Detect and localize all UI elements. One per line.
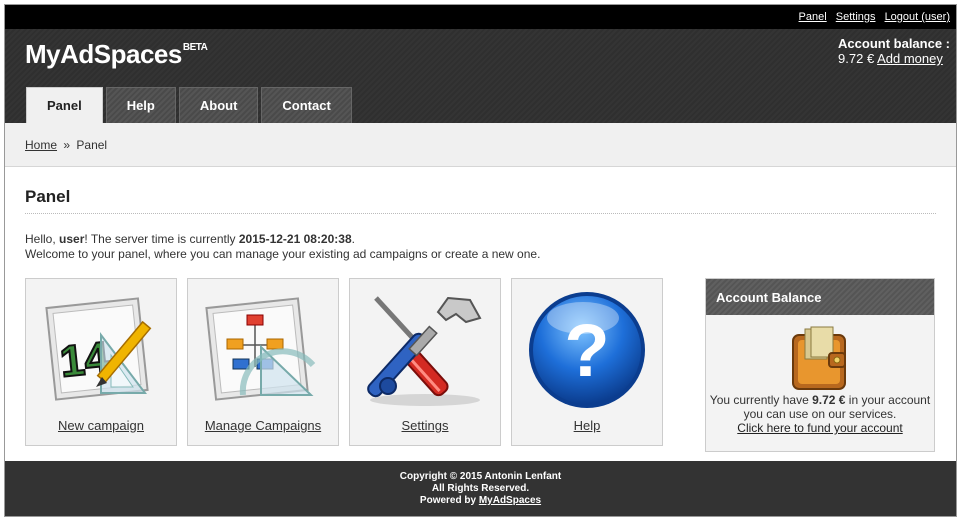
fund-account-link[interactable]: Click here to fund your account <box>737 421 902 435</box>
calendar-pencil-icon: 14 <box>26 287 176 413</box>
tab-contact[interactable]: Contact <box>261 87 352 123</box>
main-content: Panel Hello, user! The server time is cu… <box>5 167 956 462</box>
tile-label-manage-campaigns[interactable]: Manage Campaigns <box>188 418 338 433</box>
top-link-panel[interactable]: Panel <box>799 11 827 23</box>
tile-label-new-campaign[interactable]: New campaign <box>26 418 176 433</box>
breadcrumb-home[interactable]: Home <box>25 138 57 152</box>
top-link-logout[interactable]: Logout (user) <box>885 11 950 23</box>
welcome-line: Welcome to your panel, where you can man… <box>25 247 541 261</box>
tile-label-settings[interactable]: Settings <box>350 418 500 433</box>
site-footer: Copyright © 2015 Antonin Lenfant All Rig… <box>5 461 956 516</box>
top-bar: Panel Settings Logout (user) <box>5 5 956 29</box>
powered-prefix: Powered by <box>419 495 479 506</box>
wrench-screwdriver-icon <box>350 287 500 413</box>
question-icon: ? <box>512 287 662 413</box>
footer-rights: All Rights Reserved. <box>431 483 530 494</box>
username: user <box>59 232 85 246</box>
greeting-period: . <box>351 232 355 246</box>
tile-settings[interactable]: Settings <box>349 278 501 446</box>
tile-label-help[interactable]: Help <box>512 418 662 433</box>
page-title: Panel <box>25 167 936 214</box>
breadcrumb-current: Panel <box>76 138 108 152</box>
site-header: MyAdSpacesBETA Account balance : 9.72 € … <box>5 29 956 123</box>
balance-text-prefix: You currently have <box>709 393 813 407</box>
tab-about[interactable]: About <box>178 87 259 123</box>
logo-text: MyAdSpaces <box>25 39 182 69</box>
browser-page: Panel Settings Logout (user) MyAdSpacesB… <box>4 4 957 517</box>
account-balance-text: You currently have 9.72 € in your accoun… <box>706 393 934 421</box>
top-link-settings[interactable]: Settings <box>836 11 876 23</box>
tab-panel[interactable]: Panel <box>26 87 103 123</box>
server-time: 2015-12-21 08:20:38 <box>238 232 352 246</box>
account-balance-body: You currently have 9.72 € in your accoun… <box>706 315 934 435</box>
flowchart-icon <box>188 287 338 413</box>
beta-badge: BETA <box>182 42 208 53</box>
top-links: Panel Settings Logout (user) <box>793 11 950 23</box>
welcome-text: Hello, user! The server time is currentl… <box>25 232 936 262</box>
main-nav-tabs: Panel Help About Contact <box>26 87 355 123</box>
breadcrumb: Home » Panel <box>5 123 956 167</box>
balance-label: Account balance : <box>838 36 950 51</box>
footer-powered: Powered by MyAdSpaces <box>5 495 956 507</box>
tile-help[interactable]: ? Help <box>511 278 663 446</box>
breadcrumb-separator: » <box>63 138 71 152</box>
wallet-icon <box>706 323 934 393</box>
add-money-link[interactable]: Add money <box>877 51 943 66</box>
balance-value: 9.72 € <box>838 51 875 66</box>
account-balance-panel: Account Balance You currently have 9.72 … <box>705 278 935 452</box>
greeting-line: Hello, user! The server time is currentl… <box>25 232 936 247</box>
tile-manage-campaigns[interactable]: Manage Campaigns <box>187 278 339 446</box>
svg-text:?: ? <box>564 309 609 392</box>
site-logo[interactable]: MyAdSpacesBETA <box>25 39 208 70</box>
action-tiles: 14 New campaign Manage Campaigns Setting… <box>25 278 673 446</box>
server-time-text: ! The server time is currently <box>84 232 239 246</box>
balance-amount: 9.72 € <box>812 393 846 407</box>
tile-new-campaign[interactable]: 14 New campaign <box>25 278 177 446</box>
greeting-prefix: Hello, <box>25 232 60 246</box>
header-balance: Account balance : 9.72 € Add money <box>838 36 950 66</box>
powered-link[interactable]: MyAdSpaces <box>479 495 541 506</box>
footer-copyright: Copyright © 2015 Antonin Lenfant <box>399 471 562 482</box>
account-balance-title: Account Balance <box>706 279 934 315</box>
tab-help[interactable]: Help <box>105 87 176 123</box>
balance-line: 9.72 € Add money <box>838 51 950 66</box>
